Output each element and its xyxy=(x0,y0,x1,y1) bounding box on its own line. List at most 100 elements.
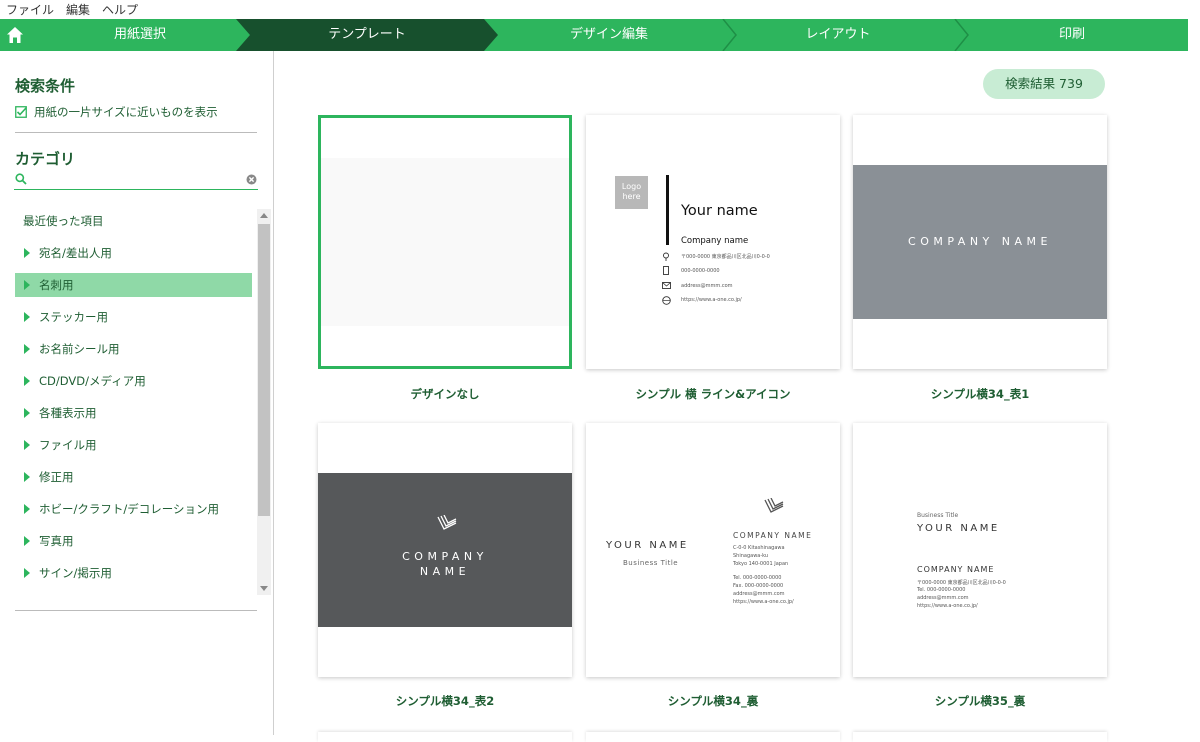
template-card-none[interactable] xyxy=(318,115,572,369)
template-caption: シンプル横35_裏 xyxy=(934,694,1026,708)
template-card-34-front1[interactable]: COMPANY NAME xyxy=(853,115,1107,369)
clear-icon[interactable] xyxy=(246,174,257,185)
step-paper-select[interactable]: 用紙選択 xyxy=(30,19,250,51)
step-separator xyxy=(722,19,737,51)
window-edge xyxy=(1188,19,1200,51)
divider xyxy=(15,132,257,133)
card-company: Company name xyxy=(681,236,749,246)
template-caption: シンプル 横 ライン&アイコン xyxy=(635,387,791,401)
card-email: address@mmm.com xyxy=(733,591,785,597)
location-icon xyxy=(663,252,669,261)
card-postal: 〒000-0000 東京都品川区北品川0-0-0 xyxy=(681,254,770,260)
step-layout[interactable]: レイアウト xyxy=(720,19,956,51)
template-card-peek[interactable] xyxy=(318,732,572,742)
expand-icon xyxy=(24,440,30,450)
logo-placeholder: Logo here xyxy=(615,176,648,209)
card-phone: Tel. 000-0000-0000 xyxy=(917,587,966,593)
mail-icon xyxy=(662,282,671,289)
near-size-checkbox[interactable]: 用紙の一片サイズに近いものを表示 xyxy=(15,104,218,120)
expand-icon xyxy=(24,568,30,578)
category-correction[interactable]: 修正用 xyxy=(15,465,252,489)
category-file[interactable]: ファイル用 xyxy=(15,433,252,457)
search-conditions-title: 検索条件 xyxy=(15,77,76,95)
category-recent[interactable]: 最近使った項目 xyxy=(15,209,252,233)
category-display[interactable]: 各種表示用 xyxy=(15,401,252,425)
card-phone: 000-0000-0000 xyxy=(681,268,720,274)
scroll-thumb[interactable] xyxy=(258,224,270,516)
card-company: COMPANY NAME xyxy=(917,565,995,574)
card-web: https://www.a-one.co.jp/ xyxy=(681,297,742,303)
template-caption: デザインなし xyxy=(410,387,480,401)
template-card-peek[interactable] xyxy=(853,732,1107,742)
expand-icon xyxy=(24,248,30,258)
brand-logo-icon xyxy=(437,515,457,530)
category-sign[interactable]: サイン/掲示用 xyxy=(15,561,252,585)
expand-icon xyxy=(24,312,30,322)
scroll-down-icon[interactable] xyxy=(260,586,268,591)
phone-icon xyxy=(663,266,669,275)
template-card-34-front2[interactable]: COMPANY NAME xyxy=(318,423,572,677)
expand-icon xyxy=(24,472,30,482)
category-business-card[interactable]: 名刺用 xyxy=(15,273,252,297)
vertical-rule xyxy=(666,175,669,245)
card-web: https://www.a-one.co.jp/ xyxy=(733,599,794,605)
card-address: C-0-0 Kitashinagawa xyxy=(733,545,785,551)
card-address: Tokyo 140-0001 Japan xyxy=(733,561,789,567)
card-title: Business Title xyxy=(623,559,679,567)
expand-icon xyxy=(24,280,30,290)
expand-icon xyxy=(24,504,30,514)
card-company: COMPANY xyxy=(402,550,488,563)
search-icon xyxy=(15,173,27,185)
card-name: YOUR NAME xyxy=(917,523,1000,534)
category-address[interactable]: 宛名/差出人用 xyxy=(15,241,252,265)
card-preview xyxy=(321,158,569,326)
home-button[interactable] xyxy=(0,19,30,51)
step-template[interactable]: テンプレート xyxy=(236,19,498,51)
card-title: Business Title xyxy=(917,512,959,519)
category-name-seal[interactable]: お名前シール用 xyxy=(15,337,252,361)
category-hobby[interactable]: ホビー/クラフト/デコレーション用 xyxy=(15,497,252,521)
template-card-peek[interactable] xyxy=(586,732,840,742)
step-design-edit[interactable]: デザイン編集 xyxy=(484,19,734,51)
category-photo[interactable]: 写真用 xyxy=(15,529,252,553)
expand-icon xyxy=(24,376,30,386)
category-title: カテゴリ xyxy=(15,150,76,168)
result-count-badge: 検索結果 739 xyxy=(983,69,1105,99)
template-caption: シンプル横34_表1 xyxy=(930,387,1030,401)
scroll-up-icon[interactable] xyxy=(260,213,268,218)
template-caption: シンプル横34_表2 xyxy=(395,694,495,708)
card-email: address@mmm.com xyxy=(917,595,969,601)
sidebar: 検索条件 用紙の一片サイズに近いものを表示 カテゴリ 最近使った項目 宛名/差出… xyxy=(0,51,274,735)
menu-file[interactable]: ファイル xyxy=(0,1,60,18)
expand-icon xyxy=(24,408,30,418)
card-address: Shinagawa-ku xyxy=(733,553,769,559)
card-company: COMPANY NAME xyxy=(733,531,813,540)
card-fax: Fax. 000-0000-0000 xyxy=(733,583,784,589)
card-company: COMPANY NAME xyxy=(908,235,1052,248)
card-phone: Tel. 000-0000-0000 xyxy=(733,575,782,581)
menu-edit[interactable]: 編集 xyxy=(60,1,96,18)
category-scrollbar[interactable] xyxy=(257,209,271,595)
home-icon xyxy=(7,27,23,43)
card-company: NAME xyxy=(419,565,471,578)
brand-logo-icon xyxy=(764,498,784,513)
category-search-input[interactable] xyxy=(32,171,236,189)
category-sticker[interactable]: ステッカー用 xyxy=(15,305,252,329)
divider xyxy=(15,610,257,611)
template-caption: シンプル横34_裏 xyxy=(667,694,759,708)
expand-icon xyxy=(24,344,30,354)
step-bar: 用紙選択 テンプレート デザイン編集 レイアウト 印刷 xyxy=(0,19,1200,51)
step-separator xyxy=(954,19,969,51)
step-print[interactable]: 印刷 xyxy=(956,19,1188,51)
card-email: address@mmm.com xyxy=(681,283,733,289)
menu-help[interactable]: ヘルプ xyxy=(96,1,144,18)
card-web: https://www.a-one.co.jp/ xyxy=(917,603,978,609)
near-size-checkbox-label: 用紙の一片サイズに近いものを表示 xyxy=(34,105,218,119)
template-card-35-back[interactable]: Business Title YOUR NAME COMPANY NAME 〒0… xyxy=(853,423,1107,677)
expand-icon xyxy=(24,536,30,546)
card-address: 〒000-0000 東京都品川区北品川0-0-0 xyxy=(917,580,1006,586)
template-card-line-icon[interactable]: Logo here Your name Company name 〒000-00… xyxy=(586,115,840,369)
card-name: YOUR NAME xyxy=(606,540,689,551)
template-card-34-back[interactable]: YOUR NAME Business Title COMPANY NAME C-… xyxy=(586,423,840,677)
category-media[interactable]: CD/DVD/メディア用 xyxy=(15,369,252,393)
